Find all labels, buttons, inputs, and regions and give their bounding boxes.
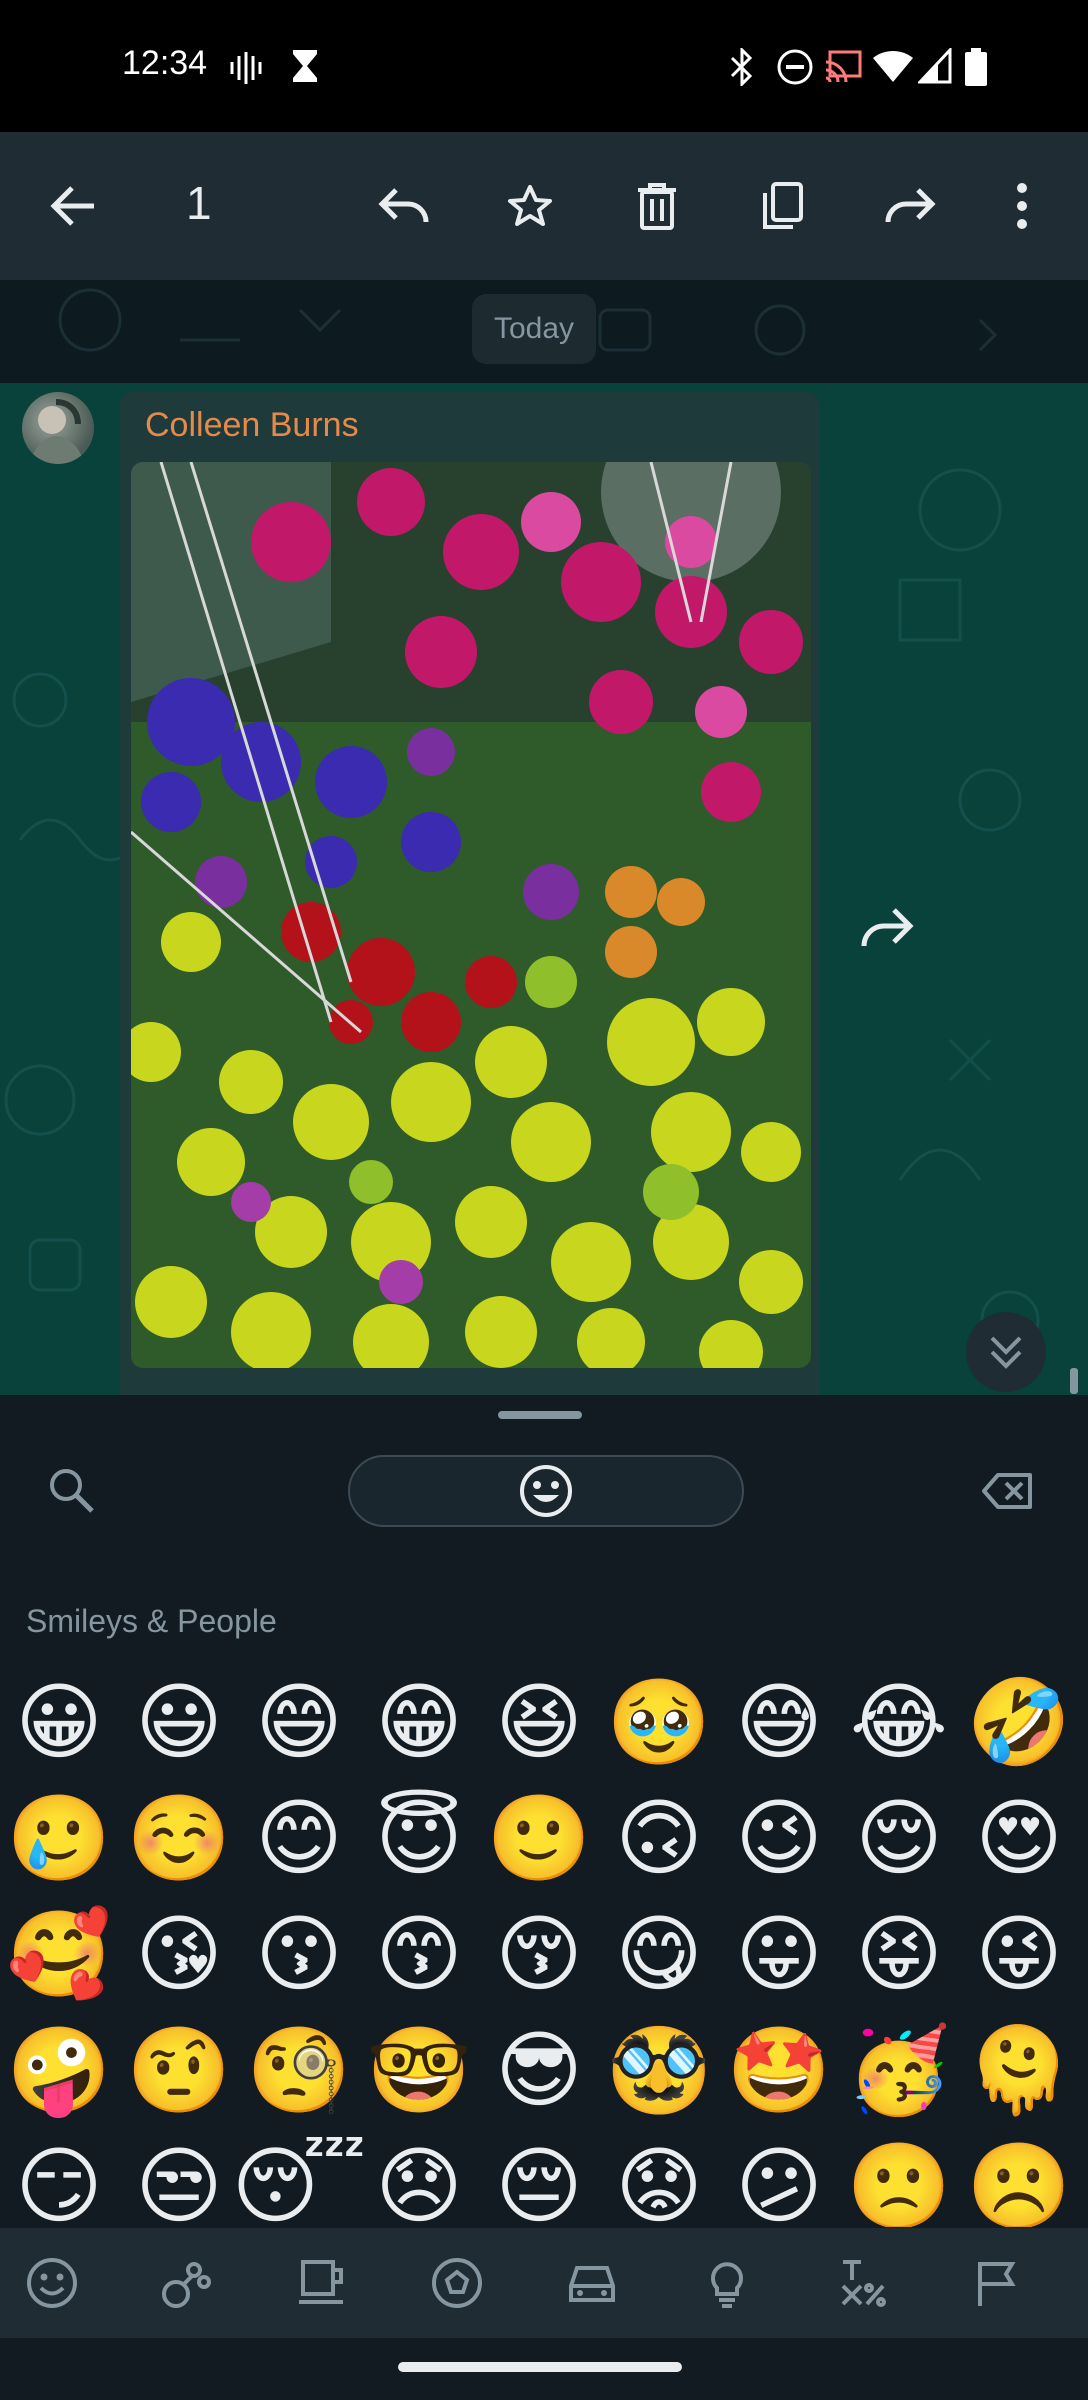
emoji-key[interactable]: 😎 xyxy=(484,2015,594,2125)
emoji-key[interactable]: 😍 xyxy=(964,1783,1074,1893)
emoji-key[interactable]: 😜 xyxy=(964,1899,1074,2009)
emoji-key[interactable]: 😌 xyxy=(844,1783,954,1893)
forward-shortcut-icon[interactable] xyxy=(846,888,926,968)
drag-handle[interactable] xyxy=(498,1411,582,1419)
emoji-key[interactable]: 😃 xyxy=(124,1667,234,1777)
emoji-key[interactable]: 😚 xyxy=(484,1899,594,2009)
avatar[interactable] xyxy=(22,392,94,464)
chat-area[interactable]: Today Colleen Burns xyxy=(0,280,1088,1395)
emoji-key[interactable]: 😀 xyxy=(4,1667,114,1777)
back-icon[interactable] xyxy=(34,166,114,246)
emoji-keyboard: Smileys & People 😀 😃 😄 😁 😆 🥹 😅 😂 🤣 🥲 ☺️ 😊 😇 🙂 🙃 😉 😌 😍 🥰 😘 😗 😙… xyxy=(0,1395,1088,2400)
emoji-key[interactable]: ☹️ xyxy=(964,2131,1074,2227)
cast-icon xyxy=(824,48,864,84)
cell-signal-icon xyxy=(918,48,952,84)
emoji-key[interactable]: 🧐 xyxy=(244,2015,354,2125)
emoji-key[interactable]: 😙 xyxy=(364,1899,474,2009)
date-chip: Today xyxy=(472,294,597,364)
bluetooth-icon xyxy=(728,48,756,86)
emoji-key[interactable]: 🤨 xyxy=(124,2015,234,2125)
status-time: 12:34 xyxy=(122,44,208,82)
emoji-key[interactable]: 😒 xyxy=(124,2131,234,2227)
emoji-key[interactable]: 😞 xyxy=(364,2131,474,2227)
do-not-disturb-icon xyxy=(776,48,814,86)
emoji-key[interactable]: 😕 xyxy=(724,2131,834,2227)
emoji-key[interactable]: 🥹 xyxy=(604,1667,714,1777)
emoji-key[interactable]: 😂 xyxy=(844,1667,954,1777)
reply-icon[interactable] xyxy=(364,166,444,246)
emoji-key[interactable]: 🥰 xyxy=(4,1899,114,2009)
emoji-row: 😏 😒 😴 😞 😔 😟 😕 🙁 ☹️ xyxy=(0,2131,1088,2227)
emoji-key[interactable]: 🥸 xyxy=(604,2015,714,2125)
emoji-key[interactable]: 🙃 xyxy=(604,1783,714,1893)
emoji-key[interactable]: 😔 xyxy=(484,2131,594,2227)
objects-icon[interactable] xyxy=(692,2248,762,2318)
emoji-key[interactable]: 😴 xyxy=(232,2131,367,2227)
emoji-key[interactable]: 🫠 xyxy=(964,2015,1074,2125)
emoji-key[interactable]: 😉 xyxy=(724,1783,834,1893)
emoji-key[interactable]: 😁 xyxy=(364,1667,474,1777)
emoji-key[interactable]: 😄 xyxy=(244,1667,354,1777)
hourglass-icon xyxy=(290,48,320,84)
emoji-key[interactable]: 😇 xyxy=(364,1783,474,1893)
emoji-row: 😀 😃 😄 😁 😆 🥹 😅 😂 🤣 xyxy=(0,1667,1088,1783)
smiley-tab-icon xyxy=(518,1463,574,1519)
copy-icon[interactable] xyxy=(743,166,823,246)
emoji-key[interactable]: 😘 xyxy=(124,1899,234,2009)
status-bar: 12:34 xyxy=(0,0,1088,132)
symbols-icon[interactable] xyxy=(827,2248,897,2318)
emoji-key[interactable]: 😟 xyxy=(604,2131,714,2227)
emoji-key[interactable]: 🤣 xyxy=(964,1667,1074,1777)
animals-nature-icon[interactable] xyxy=(152,2248,222,2318)
delete-icon[interactable] xyxy=(617,166,697,246)
emoji-key[interactable]: 🥲 xyxy=(4,1783,114,1893)
emoji-row: 🤪 🤨 🧐 🤓 😎 🥸 🤩 🥳 🫠 xyxy=(0,2015,1088,2131)
emoji-key[interactable]: 😆 xyxy=(484,1667,594,1777)
emoji-key[interactable]: 🥳 xyxy=(844,2015,954,2125)
scrollbar-thumb[interactable] xyxy=(1070,1368,1078,1394)
wifi-icon xyxy=(872,48,914,84)
emoji-key[interactable]: 😅 xyxy=(724,1667,834,1777)
message-photo[interactable] xyxy=(131,462,811,1368)
travel-icon[interactable] xyxy=(557,2248,627,2318)
scroll-to-bottom-button[interactable] xyxy=(966,1312,1046,1392)
more-options-icon[interactable] xyxy=(982,166,1062,246)
selected-count: 1 xyxy=(186,177,212,229)
emoji-key[interactable]: 😋 xyxy=(604,1899,714,2009)
battery-icon xyxy=(964,48,988,88)
food-drink-icon[interactable] xyxy=(287,2248,357,2318)
emoji-key[interactable]: 😝 xyxy=(844,1899,954,2009)
emoji-row: 🥰 😘 😗 😙 😚 😋 😛 😝 😜 xyxy=(0,1899,1088,2015)
emoji-key[interactable]: 🤩 xyxy=(724,2015,834,2125)
emoji-key[interactable]: 😗 xyxy=(244,1899,354,2009)
home-indicator[interactable] xyxy=(398,2362,682,2372)
emoji-tab[interactable] xyxy=(348,1455,744,1527)
system-navigation-bar xyxy=(0,2338,1088,2400)
voicemail-icon xyxy=(228,48,264,88)
emoji-key[interactable]: 🤓 xyxy=(364,2015,474,2125)
sender-name[interactable]: Colleen Burns xyxy=(145,406,359,445)
activity-icon[interactable] xyxy=(422,2248,492,2318)
emoji-row: 🥲 ☺️ 😊 😇 🙂 🙃 😉 😌 😍 xyxy=(0,1783,1088,1899)
emoji-key[interactable]: ☺️ xyxy=(124,1783,234,1893)
emoji-key[interactable]: 😊 xyxy=(244,1783,354,1893)
search-icon[interactable] xyxy=(36,1455,106,1525)
emoji-key[interactable]: 😏 xyxy=(4,2131,114,2227)
emoji-grid: 😀 😃 😄 😁 😆 🥹 😅 😂 🤣 🥲 ☺️ 😊 😇 🙂 🙃 😉 😌 😍 🥰 😘 😗 😙 😚 😋 😛 😝 😜 🤪 🤨 🧐 🤓 😎 🥸 🤩 🥳 🫠 😏 😒 😴… xyxy=(0,1667,1088,2227)
smiley-icon[interactable] xyxy=(17,2248,87,2318)
forward-icon[interactable] xyxy=(870,166,950,246)
selection-action-bar: 1 xyxy=(0,132,1088,280)
emoji-category-bar xyxy=(0,2228,1088,2338)
emoji-category-title: Smileys & People xyxy=(26,1603,277,1639)
flags-icon[interactable] xyxy=(962,2248,1032,2318)
emoji-key[interactable]: 🙂 xyxy=(484,1783,594,1893)
star-icon[interactable] xyxy=(490,166,570,246)
emoji-key[interactable]: 🙁 xyxy=(844,2131,954,2227)
emoji-key[interactable]: 🤪 xyxy=(4,2015,114,2125)
emoji-key[interactable]: 😛 xyxy=(724,1899,834,2009)
backspace-icon[interactable] xyxy=(972,1455,1044,1527)
